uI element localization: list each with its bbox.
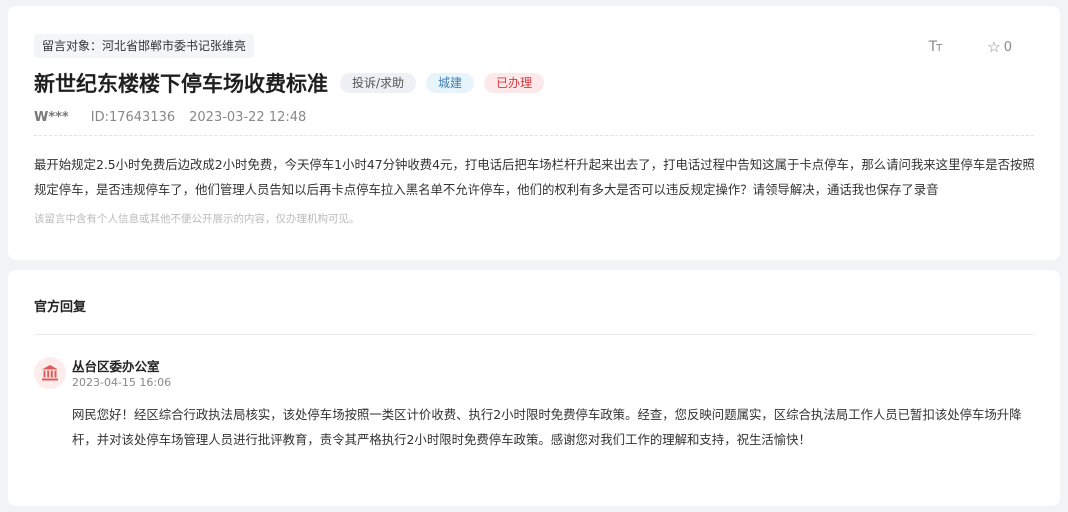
message-meta: W*** ID:17643136 2023-03-22 12:48: [34, 110, 306, 125]
author-name: W***: [34, 110, 69, 125]
reply-header: 官方回复: [34, 300, 87, 315]
reply-org: 丛台区委办公室: [72, 359, 160, 374]
message-datetime: 2023-03-22 12:48: [189, 110, 307, 125]
reply-card: 官方回复 丛台区委办公室 2023-04-15 16:06 网民您好！经区综合行…: [8, 270, 1060, 506]
star-outline-icon: ☆: [987, 38, 1001, 56]
divider: [34, 334, 1034, 335]
message-title: 新世纪东楼楼下停车场收费标准: [34, 72, 328, 96]
message-target: 留言对象：河北省邯郸市委书记张维亮: [34, 34, 255, 58]
reply-text: 网民您好！经区综合行政执法局核实，该处停车场按照一类区计价收费、执行2小时限时免…: [72, 407, 1022, 447]
font-size-icon-small: T: [936, 43, 942, 54]
category-badge: 城建: [426, 73, 475, 93]
government-building-icon: [34, 357, 66, 389]
divider: [34, 135, 1034, 136]
type-badge: 投诉/求助: [340, 73, 417, 93]
message-id: ID:17643136: [90, 110, 176, 125]
font-size-icon[interactable]: TT: [929, 39, 943, 55]
title-row: 新世纪东楼楼下停车场收费标准 投诉/求助 城建 已办理: [34, 68, 554, 98]
favorite-button[interactable]: ☆ 0: [987, 38, 1012, 56]
privacy-note: 该留言中含有个人信息或其他不便公开展示的内容，仅办理机构可见。: [34, 213, 360, 225]
favorite-count: 0: [1003, 39, 1012, 55]
status-badge: 已办理: [484, 73, 545, 93]
message-tools: TT ☆ 0: [929, 38, 1012, 56]
reply-date: 2023-04-15 16:06: [72, 376, 172, 389]
message-content: 最开始规定2.5小时免费后边改成2小时免费，今天停车1小时47分钟收费4元，打电…: [34, 157, 1035, 197]
message-card: 留言对象：河北省邯郸市委书记张维亮 TT ☆ 0 新世纪东楼楼下停车场收费标准 …: [8, 6, 1060, 260]
